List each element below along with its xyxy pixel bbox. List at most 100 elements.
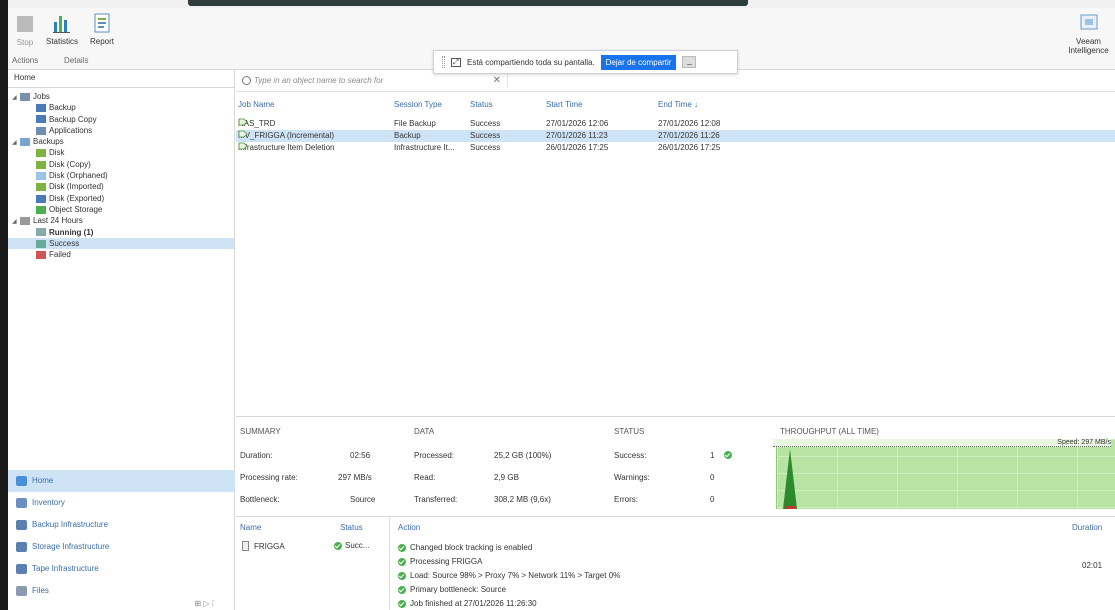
search-icon <box>242 76 251 85</box>
tree-node-icon <box>20 138 30 147</box>
bar-chart-icon <box>51 12 73 34</box>
intelligence-icon <box>1078 12 1100 34</box>
cell-start: 27/01/2026 11:23 <box>546 130 608 142</box>
top-strip <box>8 0 1115 8</box>
nav-item-backup-infrastructure[interactable]: Backup Infrastructure <box>8 514 235 536</box>
report-button[interactable]: Report <box>86 12 118 46</box>
cell-text: Success <box>470 119 501 128</box>
throughput-header: THROUGHPUT (ALL TIME) <box>780 427 879 436</box>
duration-label: Duration: <box>240 451 273 460</box>
tree-item-backups[interactable]: ◢ Backups <box>8 136 234 147</box>
tree-item-backup[interactable]: Backup <box>8 102 234 113</box>
table-row[interactable]: MV_FRIGGA (Incremental) Backup Success 27/0… <box>236 130 1115 142</box>
cell-status: Success <box>470 118 500 130</box>
navigation-sidebar: Home ◢ Jobs Backup Backup Copy Applications ◢… <box>8 70 235 610</box>
nav-item-home[interactable]: Home <box>8 470 235 492</box>
column-header[interactable]: Session Type <box>394 98 442 112</box>
vm-status: Succ... <box>334 541 369 550</box>
tree-item-object-storage[interactable]: Object Storage <box>8 204 234 215</box>
stop-sharing-button[interactable]: Dejar de compartir <box>600 54 677 70</box>
table-header: Job Name Session Type Status Start Time End … <box>236 98 1115 112</box>
summary-panel: SUMMARY DATA STATUS THROUGHPUT (ALL TIME… <box>236 416 1115 516</box>
processed-value: 25,2 GB (100%) <box>494 451 552 460</box>
job-session-icon <box>238 118 248 126</box>
tree-item-running-1[interactable]: Running (1) <box>8 227 234 238</box>
tree-item-backup-copy[interactable]: Backup Copy <box>8 114 234 125</box>
tree-item-disk-imported[interactable]: Disk (Imported) <box>8 181 234 192</box>
nav-icon <box>16 542 27 552</box>
navigation-tree: ◢ Jobs Backup Backup Copy Applications ◢ Backu… <box>8 88 234 260</box>
duration-column-header[interactable]: Duration <box>1072 523 1102 532</box>
job-session-icon <box>238 130 248 138</box>
tree-item-failed[interactable]: Failed <box>8 249 234 260</box>
cell-text: Infrastructure It... <box>394 143 455 152</box>
tree-item-label: Backup Copy <box>49 114 97 124</box>
column-header[interactable]: Status <box>470 98 493 112</box>
tree-node-icon <box>36 149 46 158</box>
success-icon <box>398 599 406 608</box>
tree-node-icon <box>36 104 46 113</box>
success-icon <box>334 541 342 550</box>
nav-item-label: Storage Infrastructure <box>32 542 110 551</box>
tree-node-icon <box>20 92 30 101</box>
column-header[interactable]: Job Name <box>238 98 274 112</box>
column-header[interactable]: Start Time <box>546 98 582 112</box>
status-header: STATUS <box>614 427 645 436</box>
cell-text: File Backup <box>394 119 436 128</box>
cell-end: 27/01/2026 11:26 <box>658 130 720 142</box>
search-input[interactable]: Type in an object name to search for ✕ <box>240 74 508 88</box>
tree-item-disk[interactable]: Disk <box>8 147 234 158</box>
data-header: DATA <box>414 427 435 436</box>
tree-item-label: Jobs <box>33 92 50 101</box>
nav-footer-icons[interactable]: ⊞ ▷ ⁞ <box>194 599 214 608</box>
speed-label: Speed: 297 MB/s <box>773 439 1111 447</box>
session-details-panel: Name Status Action Duration FRIGGA Succ.… <box>236 516 1115 610</box>
cell-start: 27/01/2026 12:06 <box>546 118 608 130</box>
table-row[interactable]: NAS_TRD File Backup Success 27/01/2026 12:0… <box>236 118 1115 130</box>
tree-item-last-24-hours[interactable]: ◢ Last 24 Hours <box>8 215 234 226</box>
tree-item-success[interactable]: Success <box>8 237 234 250</box>
tree-item-label: Success <box>49 238 80 248</box>
cell-type: Infrastructure It... <box>394 142 454 154</box>
tree-item-disk-copy[interactable]: Disk (Copy) <box>8 159 234 170</box>
veeam-console-window: Stop Statistics Report Actions Details V… <box>8 0 1115 610</box>
stop-button[interactable]: Stop <box>14 12 36 47</box>
tree-item-label: Disk (Imported) <box>49 182 104 192</box>
veeam-intelligence-button[interactable]: Veeam Intelligence <box>1066 12 1111 55</box>
tree-item-label: Last 24 Hours <box>33 216 83 226</box>
cell-end: 27/01/2026 12:08 <box>658 118 720 130</box>
tree-item-label: Disk <box>49 148 65 158</box>
drag-handle[interactable] <box>442 56 445 68</box>
tree-item-jobs[interactable]: ◢ Jobs <box>8 91 234 102</box>
nav-item-storage-infrastructure[interactable]: Storage Infrastructure <box>8 536 235 558</box>
warnings-value: 0 <box>710 473 715 482</box>
action-column-header[interactable]: Action <box>398 523 420 532</box>
minimize-share-bar-button[interactable]: _ <box>682 56 697 68</box>
name-column-header[interactable]: Name <box>240 523 261 532</box>
tree-node-icon <box>36 251 46 260</box>
tree-node-icon <box>36 228 46 237</box>
tree-item-label: Disk (Copy) <box>49 159 91 169</box>
navigation-pane: Home Inventory Backup Infrastructure Storag… <box>8 470 235 602</box>
tree-node-icon <box>36 171 46 180</box>
share-screen-icon: ⤢ <box>451 57 461 67</box>
tree-item-disk-exported[interactable]: Disk (Exported) <box>8 193 234 204</box>
status-column-header[interactable]: Status <box>340 523 363 532</box>
action-log-entry: Load: Source 98% > Proxy 7% > Network 11… <box>398 571 620 580</box>
tree-item-disk-orphaned[interactable]: Disk (Orphaned) <box>8 170 234 181</box>
table-row[interactable]: Infrastructure Item Deletion Infrastructu… <box>236 142 1115 154</box>
cell-name: Infrastructure Item Deletion <box>238 142 334 154</box>
column-header[interactable]: End Time ↓ <box>658 98 698 112</box>
vm-row[interactable]: FRIGGA <box>242 541 285 551</box>
tree-item-applications[interactable]: Applications <box>8 125 234 136</box>
tree-item-label: Disk (Orphaned) <box>49 171 108 181</box>
nav-item-inventory[interactable]: Inventory <box>8 492 235 514</box>
bottleneck-value: Source <box>350 495 376 504</box>
cell-type: File Backup <box>394 118 436 130</box>
clear-search-icon[interactable]: ✕ <box>493 74 501 88</box>
nav-item-tape-infrastructure[interactable]: Tape Infrastructure <box>8 558 235 580</box>
cell-text: Success <box>470 143 501 152</box>
nav-icon <box>16 564 27 574</box>
statistics-button[interactable]: Statistics <box>42 12 82 46</box>
main-panel: Type in an object name to search for ✕ J… <box>236 70 1115 610</box>
